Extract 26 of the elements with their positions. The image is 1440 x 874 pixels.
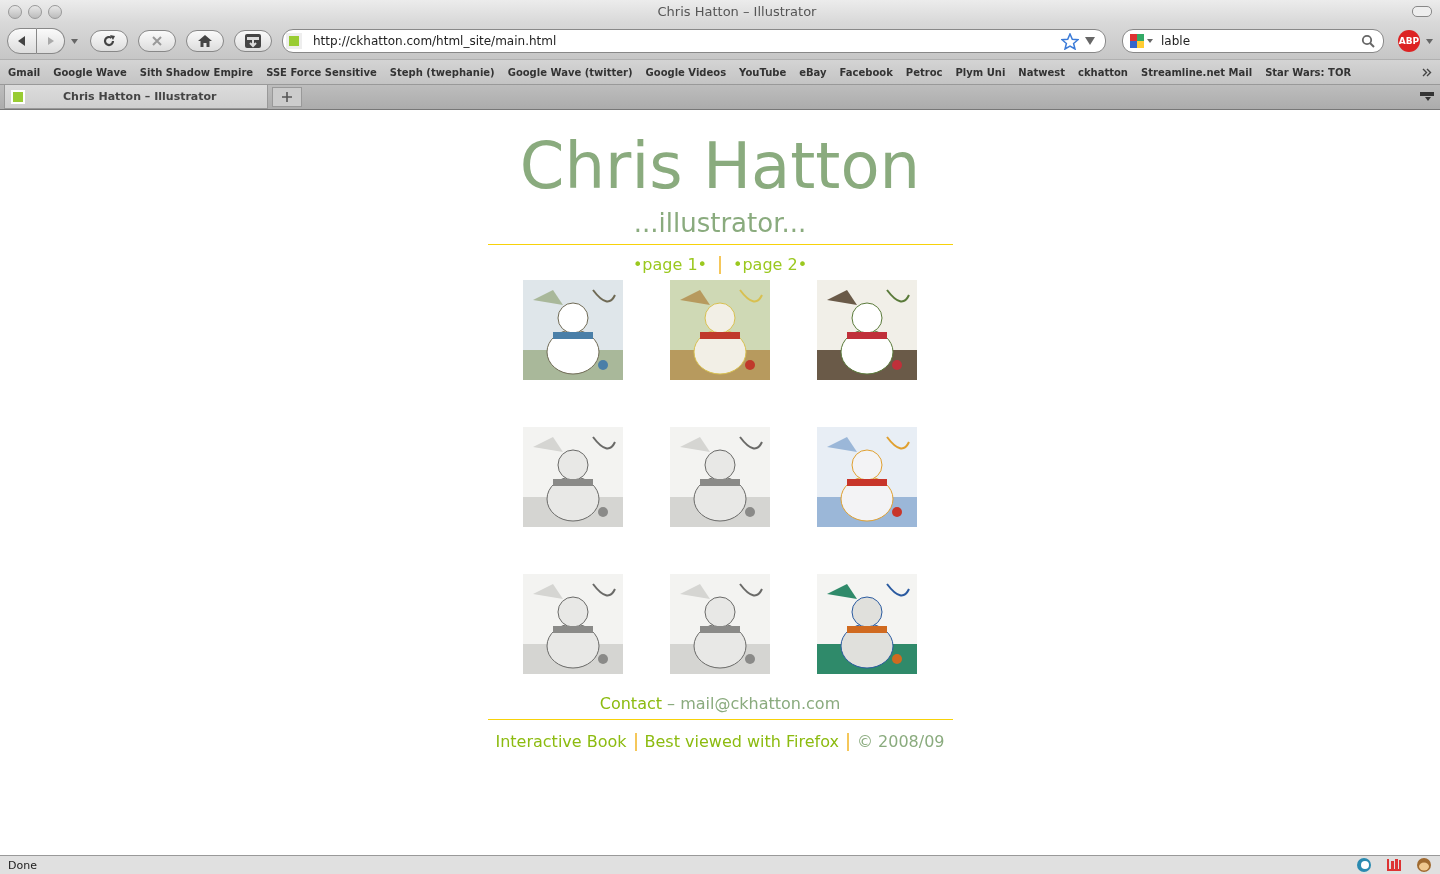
bookmark-link[interactable]: Google Wave (twitter) xyxy=(507,66,633,78)
browser-tab[interactable]: Chris Hatton – Illustrator xyxy=(4,85,268,109)
bookmark-link[interactable]: Sith Shadow Empire xyxy=(139,66,254,78)
bookmark-link[interactable]: Google Videos xyxy=(645,66,727,78)
bookmark-link[interactable]: YouTube xyxy=(739,66,787,78)
bookmark-link[interactable]: Petroc xyxy=(905,66,943,78)
site-title: Chris Hatton xyxy=(519,128,921,205)
bookmark-link[interactable]: Streamline.net Mail xyxy=(1141,66,1253,78)
search-field[interactable]: lable xyxy=(1122,29,1384,53)
bookmark-link[interactable]: Facebook xyxy=(839,66,893,78)
adblock-button[interactable]: ABP xyxy=(1398,30,1420,52)
bookmark-link[interactable]: ckhatton xyxy=(1078,66,1128,78)
bookmark-link[interactable]: Plym Uni xyxy=(955,66,1006,78)
contact-label: Contact xyxy=(599,694,662,713)
address-field[interactable]: http://ckhatton.com/html_site/main.html xyxy=(282,29,1106,53)
bookmark-link[interactable]: SSE Force Sensitive xyxy=(266,66,377,78)
window-title: Chris Hatton – Illustrator xyxy=(656,4,818,19)
site-subtitle: ...illustrator... xyxy=(633,208,807,238)
copyright-text: © 2008/09 xyxy=(857,732,945,751)
bookmark-link[interactable]: eBay xyxy=(799,66,827,78)
bookmark-link[interactable]: Google Wave xyxy=(53,66,127,78)
status-text: Done xyxy=(8,858,37,872)
bookmark-link[interactable]: Natwest xyxy=(1018,66,1065,78)
bookmark-link[interactable]: Star Wars: TOR xyxy=(1265,66,1352,78)
bookmark-link[interactable]: Steph (twephanie) xyxy=(389,66,495,78)
bookmark-link[interactable]: Gmail xyxy=(8,66,41,78)
